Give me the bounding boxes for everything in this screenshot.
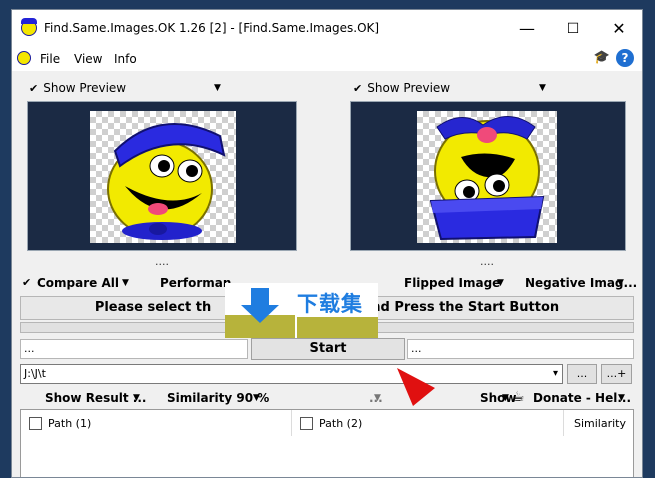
check-icon: ✔ bbox=[29, 81, 39, 95]
path-combobox[interactable]: J:\J\t ▾ bbox=[20, 364, 563, 384]
red-pointer-arrow bbox=[397, 368, 435, 406]
left-preview-image bbox=[90, 111, 236, 243]
left-preview-label: Show Preview bbox=[43, 81, 127, 95]
results-list[interactable]: Path (1) Path (2) Similarity bbox=[20, 409, 634, 477]
smiley-hat-image bbox=[107, 123, 226, 240]
show-result-dropdown[interactable]: Show Result ... bbox=[45, 391, 146, 405]
smiley-bucket-image bbox=[429, 116, 545, 241]
chevron-down-icon[interactable]: ▼ bbox=[618, 393, 625, 403]
app-icon bbox=[21, 18, 37, 36]
menu-app-icon[interactable] bbox=[17, 51, 31, 65]
column-path-1-label: Path (1) bbox=[48, 416, 92, 430]
right-preview-label: Show Preview bbox=[367, 81, 451, 95]
chevron-down-icon[interactable]: ▼ bbox=[133, 393, 140, 403]
right-preview-dots: .... bbox=[480, 255, 494, 268]
help-icon[interactable]: ? bbox=[616, 49, 634, 67]
graduation-hat-icon[interactable]: 🎓 bbox=[594, 50, 610, 65]
close-button[interactable]: ✕ bbox=[596, 10, 642, 47]
menu-file[interactable]: File bbox=[40, 52, 60, 66]
chevron-down-icon[interactable]: ▼ bbox=[122, 278, 129, 288]
performance-dropdown[interactable]: Performan bbox=[160, 276, 231, 290]
path-value: J:\J\t bbox=[24, 367, 46, 380]
menu-bar: File View Info 🎓 ? bbox=[12, 47, 642, 71]
left-preview-pane bbox=[27, 101, 297, 251]
compare-all-dropdown[interactable]: Compare All bbox=[37, 276, 119, 290]
right-preview-toggle[interactable]: ✔ Show Preview bbox=[353, 79, 450, 97]
right-preview-image bbox=[417, 111, 557, 243]
results-toolbar: Show Result ... ▼ Similarity 90 % ▼ ... … bbox=[12, 389, 642, 407]
start-button[interactable]: Start bbox=[251, 338, 405, 360]
column-similarity[interactable]: Similarity bbox=[564, 410, 634, 436]
left-preview-dots: .... bbox=[155, 255, 169, 268]
column-path-1[interactable]: Path (1) bbox=[21, 410, 292, 436]
menu-info[interactable]: Info bbox=[114, 52, 137, 66]
banner-text-left: Please select th bbox=[94, 300, 212, 315]
check-icon: ✔ bbox=[22, 276, 32, 289]
right-info-field: ... bbox=[407, 339, 634, 359]
chevron-down-icon[interactable]: ▼ bbox=[617, 278, 624, 288]
menu-view[interactable]: View bbox=[74, 52, 102, 66]
column-path-2-label: Path (2) bbox=[319, 416, 363, 430]
donate-dropdown[interactable]: Donate - Hel... bbox=[533, 391, 631, 405]
chevron-down-icon[interactable]: ▼ bbox=[497, 278, 504, 288]
chevron-down-icon[interactable]: ▼ bbox=[214, 83, 221, 93]
path-1-checkbox[interactable] bbox=[29, 416, 42, 430]
maximize-button[interactable]: ☐ bbox=[550, 10, 596, 47]
watermark-bar bbox=[297, 317, 378, 338]
chevron-down-icon[interactable]: ▼ bbox=[539, 83, 546, 93]
minimize-button[interactable]: — bbox=[504, 10, 550, 47]
column-path-2[interactable]: Path (2) bbox=[292, 410, 564, 436]
download-arrow-icon bbox=[225, 288, 295, 338]
chevron-down-icon[interactable]: ▼ bbox=[374, 393, 381, 403]
app-window: Find.Same.Images.OK 1.26 [2] - [Find.Sam… bbox=[11, 9, 643, 478]
browse-button[interactable]: ... bbox=[567, 364, 597, 384]
path-2-checkbox[interactable] bbox=[300, 416, 313, 430]
title-bar: Find.Same.Images.OK 1.26 [2] - [Find.Sam… bbox=[12, 10, 642, 47]
left-info-field: ... bbox=[20, 339, 248, 359]
flipped-image-dropdown[interactable]: Flipped Image bbox=[404, 276, 500, 290]
left-preview-toggle[interactable]: ✔ Show Preview bbox=[29, 79, 126, 97]
chevron-down-icon[interactable]: ▾ bbox=[553, 368, 558, 379]
check-icon: ✔ bbox=[353, 81, 363, 95]
chevron-down-icon[interactable]: ▼ bbox=[253, 393, 260, 403]
chevron-down-icon[interactable]: ▼ bbox=[502, 393, 509, 403]
add-path-button[interactable]: ...+ bbox=[601, 364, 632, 384]
window-title: Find.Same.Images.OK 1.26 [2] - [Find.Sam… bbox=[44, 21, 380, 35]
right-preview-pane bbox=[350, 101, 626, 251]
watermark-logo: 下载集 bbox=[225, 283, 378, 338]
watermark-text: 下载集 bbox=[297, 292, 363, 316]
coffee-cup-icon: ☕ bbox=[512, 389, 525, 405]
banner-text-right: nd Press the Start Button bbox=[371, 300, 560, 315]
